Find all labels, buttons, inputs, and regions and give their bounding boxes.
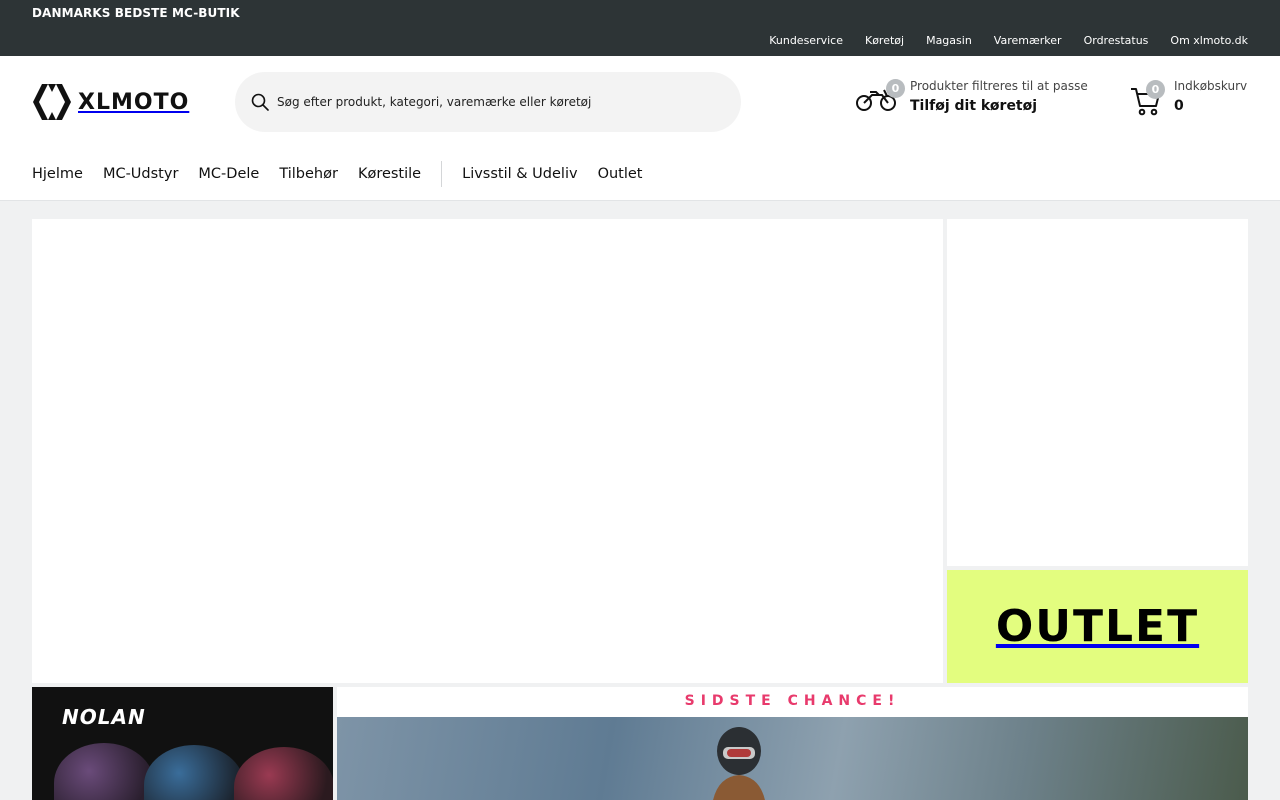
shopping-cart[interactable]: 0 Indkøbskurv 0 [1130,78,1247,118]
logo-wordmark: XLMOTO [78,89,190,115]
search-bar[interactable] [235,72,741,132]
nav-livsstil-udeliv[interactable]: Livsstil & Udeliv [462,166,577,182]
rider-image [713,727,765,800]
link-kundeservice[interactable]: Kundeservice [769,34,843,47]
nolan-banner[interactable]: NOLAN [32,687,333,800]
nav-tilbehor[interactable]: Tilbehør [279,166,338,182]
nav-hjelme[interactable]: Hjelme [32,166,83,182]
vehicle-subtitle: Produkter filtreres til at passe [910,79,1088,93]
cart-text: Indkøbskurv 0 [1174,78,1247,114]
helmet-image [54,743,154,800]
cart-icon-wrap: 0 [1130,80,1165,118]
helmet-image [144,745,244,800]
nav-mc-dele[interactable]: MC-Dele [198,166,259,182]
link-magasin[interactable]: Magasin [926,34,972,47]
rider-photo [337,717,1248,800]
search-icon [251,93,269,111]
link-varemaerker[interactable]: Varemærker [994,34,1062,47]
nolan-logo: NOLAN [62,705,146,729]
link-ordrestatus[interactable]: Ordrestatus [1084,34,1149,47]
main-nav: Hjelme MC-Udstyr MC-Dele Tilbehør Kørest… [32,160,663,188]
add-vehicle[interactable]: 0 Produkter filtreres til at passe Tilfø… [856,78,1088,116]
link-koretoj[interactable]: Køretøj [865,34,904,47]
search-input[interactable] [277,95,717,109]
nav-outlet[interactable]: Outlet [598,166,643,182]
xlmoto-logo[interactable]: XLMOTO [32,83,189,121]
outlet-banner-text: OUTLET [995,601,1200,652]
utility-links: Kundeservice Køretøj Magasin Varemærker … [769,34,1248,47]
hero-banner[interactable] [32,219,943,683]
vehicle-text: Produkter filtreres til at passe Tilføj … [910,78,1088,114]
link-om-xlmoto[interactable]: Om xlmoto.dk [1170,34,1248,47]
last-chance-title: SIDSTE CHANCE! [684,693,901,709]
nav-korestile[interactable]: Kørestile [358,166,421,182]
top-bar: DANMARKS BEDSTE MC-BUTIK Kundeservice Kø… [0,0,1280,56]
outlet-banner[interactable]: OUTLET [947,570,1248,683]
xlmoto-logo-mark [33,84,71,120]
add-vehicle-label: Tilføj dit køretøj [910,98,1038,114]
cart-total: 0 [1174,98,1184,114]
motorcycle-icon-wrap: 0 [856,79,905,116]
nav-mc-udstyr[interactable]: MC-Udstyr [103,166,178,182]
store-tagline: DANMARKS BEDSTE MC-BUTIK [32,6,240,20]
side-banner-top[interactable] [947,219,1248,566]
helmet-image [234,747,333,800]
vehicle-count-badge: 0 [886,79,905,98]
cart-count-badge: 0 [1146,80,1165,99]
cart-label: Indkøbskurv [1174,79,1248,93]
last-chance-banner[interactable]: SIDSTE CHANCE! [337,687,1248,800]
nav-divider [441,161,443,187]
site-header: XLMOTO 0 Produkter filtreres til at pass… [0,56,1280,201]
